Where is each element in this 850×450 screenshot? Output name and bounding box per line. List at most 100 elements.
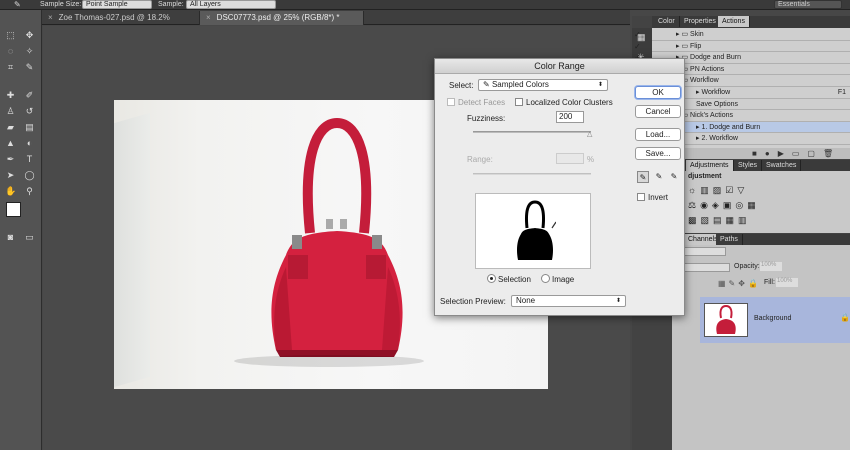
tab-paths[interactable]: Paths — [716, 234, 743, 245]
new-action-icon[interactable]: ▢ — [807, 149, 823, 158]
adjustment-icons-row3[interactable]: ▩▧▤▦▥ — [688, 215, 751, 226]
localized-clusters-checkbox[interactable] — [515, 98, 523, 106]
save-button[interactable]: Save... — [635, 147, 681, 160]
selection-radio[interactable] — [487, 274, 496, 283]
eyedropper-icon[interactable]: ✎ — [637, 171, 649, 183]
document-tab[interactable]: ×Zoe Thomas-027.psd @ 18.2% (RGB/8*) * — [42, 11, 200, 35]
tab-styles[interactable]: Styles — [734, 160, 763, 171]
range-field — [556, 153, 584, 164]
move-tool-icon[interactable]: ✥ — [24, 30, 35, 41]
eyedropper-tool-icon[interactable]: ✎ — [14, 0, 26, 9]
fuzziness-slider-thumb[interactable]: △ — [587, 131, 593, 138]
range-label: Range: — [467, 155, 493, 164]
marquee-tool-icon[interactable]: ⬚ — [5, 30, 16, 41]
history-brush-icon[interactable]: ↺ — [24, 106, 35, 117]
healing-brush-icon[interactable]: ✚ — [5, 90, 16, 101]
stop-icon[interactable]: ■ — [752, 149, 765, 158]
ellipse-tool-icon[interactable]: ◯ — [24, 170, 35, 181]
document-tab[interactable]: × DSC07773.psd @ 25% (RGB/8*) * — [200, 11, 364, 25]
eyedropper-icon[interactable]: ✎ — [24, 62, 35, 73]
fill-label: Fill: — [764, 279, 775, 286]
layer-lock-icon[interactable]: 🔒 — [840, 313, 850, 322]
screen-mode-icon[interactable]: ▭ — [24, 232, 35, 243]
record-icon[interactable]: ● — [765, 149, 778, 158]
quick-mask-icon[interactable]: ◙ — [5, 232, 16, 243]
action-row-label: Workflow — [701, 89, 731, 96]
clone-stamp-icon[interactable]: ♙ — [5, 106, 16, 117]
pen-tool-icon[interactable]: ✒ — [5, 154, 16, 165]
close-tab-icon[interactable]: × — [48, 13, 53, 22]
adjustments-tabs: Adjustments Styles Swatches — [684, 160, 850, 171]
selection-preview[interactable] — [475, 193, 591, 269]
workspace-select[interactable]: Essentials — [774, 0, 842, 9]
tab-color[interactable]: Color — [654, 16, 680, 27]
blur-tool-icon[interactable]: ▲ — [5, 138, 16, 149]
eraser-tool-icon[interactable]: ▰ — [5, 122, 16, 133]
selection-radio-label: Selection — [498, 275, 531, 284]
tab-swatches[interactable]: Swatches — [762, 160, 802, 171]
tab-actions[interactable]: Actions — [718, 16, 750, 27]
select-label: Select: — [449, 81, 474, 90]
cancel-button[interactable]: Cancel — [635, 105, 681, 118]
brush-tool-icon[interactable]: ✐ — [24, 90, 35, 101]
adjustment-icons-row2[interactable]: ⚖◉◈▣◎▦ — [688, 200, 760, 211]
sample-size-label: Sample Size: — [40, 1, 82, 8]
action-row-label: Dodge and Burn — [690, 54, 742, 62]
layer-filter-select[interactable] — [680, 247, 726, 256]
zoom-tool-icon[interactable]: ⚲ — [24, 186, 35, 197]
fuzziness-field[interactable]: 200 — [556, 111, 584, 123]
lock-icons[interactable]: ▦✎✥🔒 — [718, 279, 761, 288]
preview-value: None — [516, 296, 536, 305]
range-slider-track — [473, 173, 591, 175]
action-shortcut: F1 — [837, 89, 846, 96]
eyedropper-plus-icon[interactable]: ✎ — [653, 171, 665, 183]
invert-checkbox[interactable] — [637, 193, 645, 201]
image-radio-label: Image — [552, 275, 575, 284]
path-selection-icon[interactable]: ➤ — [5, 170, 16, 181]
red-handbag-image — [271, 117, 403, 357]
play-icon[interactable]: ▶ — [778, 149, 792, 158]
select-dropdown[interactable]: ✎ Sampled Colors ⬍ — [478, 79, 608, 91]
handbag-thumbnail-icon — [716, 304, 736, 334]
foreground-color-swatch[interactable] — [6, 202, 21, 217]
type-tool-icon[interactable]: T — [24, 154, 35, 165]
crop-tool-icon[interactable]: ⌗ — [5, 62, 16, 73]
sampled-colors-icon: ✎ — [483, 80, 490, 89]
ok-button[interactable]: OK — [635, 86, 681, 99]
selection-preview-label: Selection Preview: — [440, 297, 506, 306]
action-row[interactable]: ✓ ▸ ▭ Flip — [634, 40, 850, 53]
opacity-field[interactable]: 100% — [760, 262, 782, 271]
fill-field[interactable]: 100% — [776, 278, 798, 287]
close-tab-icon[interactable]: × — [206, 13, 211, 22]
tab-properties[interactable]: Properties — [680, 16, 721, 27]
trash-icon[interactable]: 🗑 — [823, 149, 841, 158]
gradient-tool-icon[interactable]: ▤ — [24, 122, 35, 133]
fuzziness-slider-track[interactable] — [473, 131, 591, 133]
image-radio[interactable] — [541, 274, 550, 283]
quick-selection-tool-icon[interactable]: ✧ — [24, 46, 35, 57]
tab-adjustments[interactable]: Adjustments — [686, 160, 734, 171]
tools-panel: ⬚ ✥ ◌ ✧ ⌗ ✎ ✚ ✐ ♙ ↺ ▰ ▤ ▲ ◐ ✒ T ➤ ◯ ✋ ⚲ … — [0, 10, 42, 450]
eyedropper-minus-icon[interactable]: ✎ — [668, 171, 680, 183]
opacity-label: Opacity: — [734, 263, 760, 270]
chevron-down-icon: ⬍ — [615, 298, 621, 304]
action-row[interactable]: ✓ ▸ ▭ Skin — [634, 29, 850, 41]
detect-faces-checkbox[interactable] — [447, 98, 455, 106]
adjustment-icons-row1[interactable]: ☼▥▨☑▽ — [688, 185, 748, 196]
invert-label: Invert — [648, 193, 669, 202]
lasso-tool-icon[interactable]: ◌ — [5, 46, 16, 57]
hand-tool-icon[interactable]: ✋ — [5, 186, 16, 197]
sample-label: Sample: — [158, 1, 184, 8]
actions-panel-tabs: Color Properties Actions — [652, 16, 850, 28]
dodge-tool-icon[interactable]: ◐ — [24, 138, 35, 149]
options-bar: ✎ Sample Size: Point Sample Sample: All … — [0, 0, 850, 10]
sample-select[interactable]: All Layers — [186, 0, 276, 9]
sample-size-select[interactable]: Point Sample — [82, 0, 152, 9]
layer-row-background[interactable]: Background 🔒 — [700, 297, 850, 343]
selection-preview-dropdown[interactable]: None ⬍ — [511, 295, 626, 307]
blend-mode-select[interactable] — [680, 263, 730, 272]
layers-tabs: Channels Paths — [684, 234, 850, 245]
layer-thumbnail — [704, 303, 748, 337]
new-set-icon[interactable]: ▭ — [792, 149, 808, 158]
load-button[interactable]: Load... — [635, 128, 681, 141]
